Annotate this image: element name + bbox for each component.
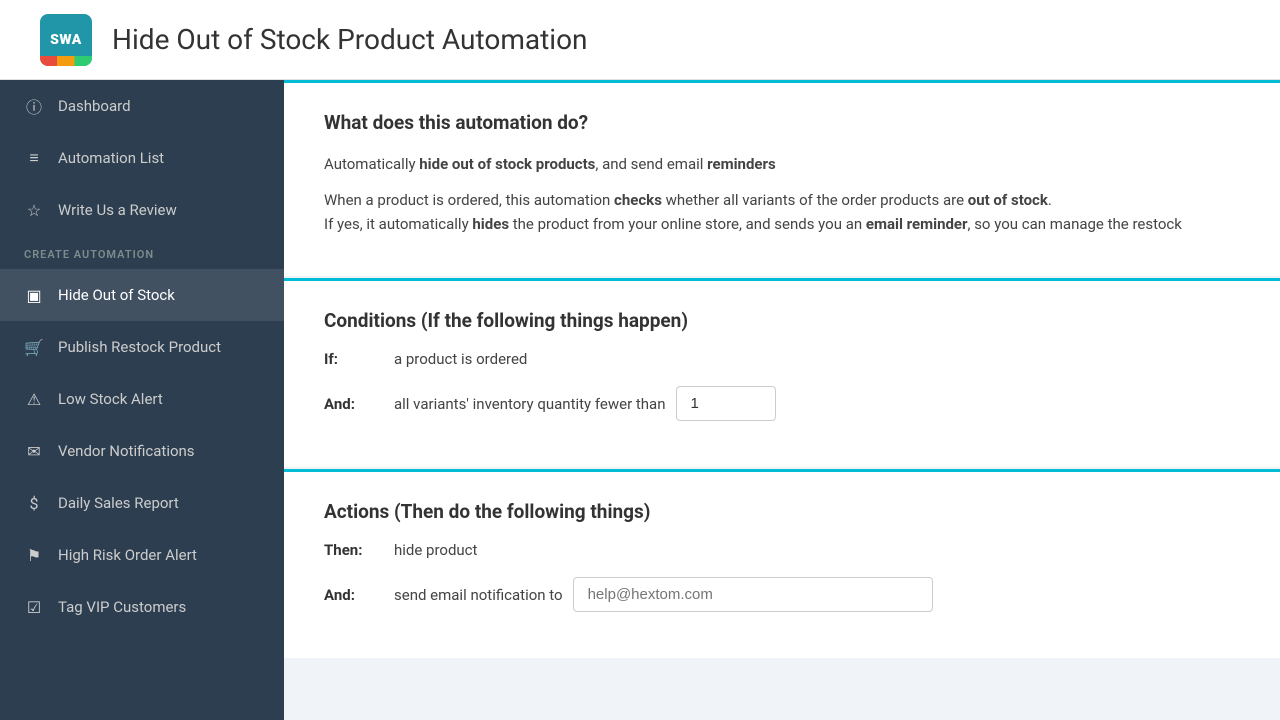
quantity-input[interactable] — [676, 386, 776, 421]
if-label: If: — [324, 350, 394, 368]
desc3-middle: the product from your online store, and … — [509, 215, 866, 233]
desc-line2: When a product is ordered, this automati… — [324, 188, 1240, 236]
list-icon: ≡ — [24, 148, 44, 168]
desc2-bold2: out of stock — [968, 191, 1048, 209]
desc3-bold1: hides — [472, 215, 509, 233]
cart-icon: 🛒 — [24, 337, 44, 357]
email-input[interactable] — [573, 577, 933, 612]
what-section: What does this automation do? Automatica… — [284, 80, 1280, 276]
warning-icon: ⚠ — [24, 389, 44, 409]
desc-line1: Automatically hide out of stock products… — [324, 152, 1240, 176]
sidebar-item-label: Daily Sales Report — [58, 494, 179, 512]
condition-and-row: And: all variants' inventory quantity fe… — [324, 386, 1240, 421]
sidebar-item-label: Tag VIP Customers — [58, 598, 186, 616]
sidebar-item-label: Publish Restock Product — [58, 338, 221, 356]
page-title: Hide Out of Stock Product Automation — [112, 23, 588, 56]
header: SWA Hide Out of Stock Product Automation — [0, 0, 1280, 80]
sidebar-item-publish-restock[interactable]: 🛒 Publish Restock Product — [0, 321, 284, 373]
desc2-bold1: checks — [614, 191, 662, 209]
conditions-section: Conditions (If the following things happ… — [284, 278, 1280, 467]
sidebar-item-automation-list[interactable]: ≡ Automation List — [0, 132, 284, 184]
tag-icon: ☑ — [24, 597, 44, 617]
logo-text: SWA — [50, 32, 82, 48]
sidebar-item-write-review[interactable]: ☆ Write Us a Review — [0, 184, 284, 236]
desc2-suffix: . — [1048, 191, 1052, 209]
desc3-bold2: email reminder — [866, 215, 968, 233]
sidebar-item-high-risk-order[interactable]: ⚑ High Risk Order Alert — [0, 529, 284, 581]
dashboard-icon: ⓘ — [24, 96, 44, 116]
desc1-bold1: hide out of stock products — [419, 155, 595, 173]
sidebar-item-label: Low Stock Alert — [58, 390, 163, 408]
desc2-prefix: When a product is ordered, this automati… — [324, 191, 614, 209]
action-and-row: And: send email notification to — [324, 577, 1240, 612]
condition-if-row: If: a product is ordered — [324, 350, 1240, 368]
star-icon: ☆ — [24, 200, 44, 220]
desc3-suffix: , so you can manage the restock — [968, 215, 1182, 233]
mail-icon: ✉ — [24, 441, 44, 461]
then-label: Then: — [324, 541, 394, 559]
and-action-value: send email notification to — [394, 586, 563, 604]
sidebar-item-label: Vendor Notifications — [58, 442, 195, 460]
create-automation-label: CREATE AUTOMATION — [0, 236, 284, 269]
dollar-icon: $ — [24, 493, 44, 513]
if-value: a product is ordered — [394, 350, 527, 368]
sidebar-item-label: Write Us a Review — [58, 201, 177, 219]
action-and-label: And: — [324, 586, 394, 604]
flag-icon: ⚑ — [24, 545, 44, 565]
box-icon: ▣ — [24, 285, 44, 305]
logo-stripe — [40, 56, 92, 66]
sidebar-item-daily-sales-report[interactable]: $ Daily Sales Report — [0, 477, 284, 529]
and-label: And: — [324, 395, 394, 413]
desc3-prefix: If yes, it automatically — [324, 215, 472, 233]
desc2-middle1: whether all variants of the order produc… — [662, 191, 968, 209]
sidebar-item-dashboard[interactable]: ⓘ Dashboard — [0, 80, 284, 132]
sidebar-item-label: High Risk Order Alert — [58, 546, 197, 564]
sidebar-item-label: Automation List — [58, 149, 164, 167]
sidebar-item-low-stock-alert[interactable]: ⚠ Low Stock Alert — [0, 373, 284, 425]
sidebar-item-vendor-notifications[interactable]: ✉ Vendor Notifications — [0, 425, 284, 477]
actions-section: Actions (Then do the following things) T… — [284, 469, 1280, 658]
desc1-middle: , and send email — [595, 155, 707, 173]
logo: SWA — [40, 14, 92, 66]
layout: ⓘ Dashboard ≡ Automation List ☆ Write Us… — [0, 80, 1280, 720]
main-content: What does this automation do? Automatica… — [284, 80, 1280, 720]
what-section-title: What does this automation do? — [324, 111, 1240, 134]
conditions-title: Conditions (If the following things happ… — [324, 309, 1240, 332]
sidebar-item-tag-vip[interactable]: ☑ Tag VIP Customers — [0, 581, 284, 633]
sidebar-item-hide-out-of-stock[interactable]: ▣ Hide Out of Stock — [0, 269, 284, 321]
action-then-row: Then: hide product — [324, 541, 1240, 559]
desc1-prefix: Automatically — [324, 155, 419, 173]
then-value: hide product — [394, 541, 477, 559]
and-value: all variants' inventory quantity fewer t… — [394, 395, 666, 413]
sidebar: ⓘ Dashboard ≡ Automation List ☆ Write Us… — [0, 80, 284, 720]
sidebar-item-label: Hide Out of Stock — [58, 286, 175, 304]
actions-title: Actions (Then do the following things) — [324, 500, 1240, 523]
desc1-bold2: reminders — [707, 155, 776, 173]
sidebar-item-label: Dashboard — [58, 97, 131, 115]
